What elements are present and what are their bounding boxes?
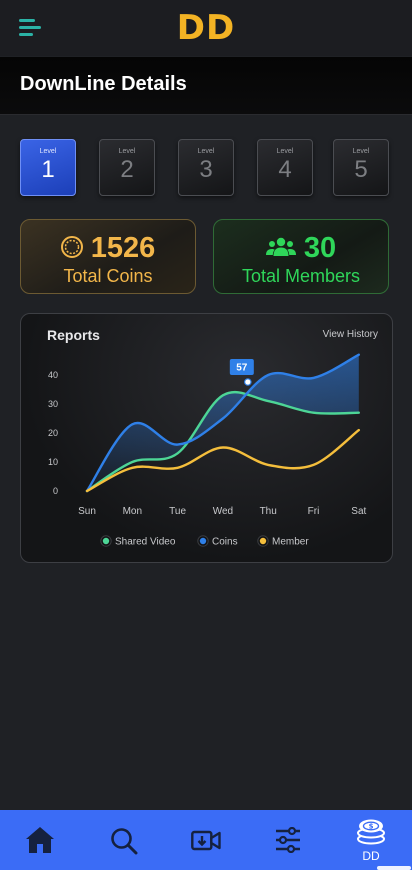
home-icon bbox=[26, 827, 54, 853]
level-label: Level bbox=[39, 148, 57, 155]
level-label: Level bbox=[197, 148, 215, 155]
level-number: 3 bbox=[199, 156, 213, 183]
y-tick-label: 30 bbox=[48, 399, 58, 409]
y-tick-label: 0 bbox=[53, 486, 58, 496]
level-selector: Level 1 Level 2 Level 3 Level 4 Level 5 bbox=[20, 139, 392, 196]
search-icon bbox=[111, 828, 138, 855]
coin-icon bbox=[60, 235, 83, 258]
level-label: Level bbox=[276, 148, 294, 155]
page-header: DownLine Details bbox=[0, 57, 412, 115]
app-screen: DD DownLine Details Level 1 Level 2 Leve… bbox=[0, 0, 412, 870]
top-bar: DD bbox=[0, 0, 412, 56]
y-tick-label: 40 bbox=[48, 370, 58, 380]
legend-marker bbox=[259, 537, 267, 545]
brand-logo: DD bbox=[176, 8, 236, 48]
x-tick-label: Sun bbox=[78, 506, 96, 517]
level-tab-3[interactable]: Level 3 bbox=[178, 139, 234, 196]
svg-text:$: $ bbox=[369, 823, 374, 831]
level-tab-4[interactable]: Level 4 bbox=[257, 139, 313, 196]
page-title: DownLine Details bbox=[20, 73, 187, 95]
reports-card: 0 10 20 30 40 Sun Mon Tue Wed Thu Fri Sat 57 Shared V… bbox=[20, 313, 393, 563]
level-label: Level bbox=[352, 148, 370, 155]
legend-label: Coins bbox=[212, 537, 238, 548]
level-label: Level bbox=[118, 148, 136, 155]
reports-chart: 0 10 20 30 40 Sun Mon Tue Wed Thu Fri Sat 57 Shared V… bbox=[48, 353, 367, 548]
series-line-coins bbox=[85, 353, 360, 493]
total-members-label: Total Members bbox=[241, 266, 361, 286]
level-number: 2 bbox=[120, 156, 134, 183]
level-number: 4 bbox=[278, 156, 292, 183]
legend-marker bbox=[102, 537, 110, 545]
nav-dd[interactable]: $ DD bbox=[341, 810, 401, 870]
x-tick-label: Sat bbox=[351, 506, 366, 517]
y-tick-label: 10 bbox=[48, 457, 58, 467]
bottom-nav: $ DD bbox=[0, 810, 412, 870]
x-tick-label: Thu bbox=[260, 506, 277, 517]
coins-area bbox=[87, 354, 359, 491]
total-coins-card[interactable]: 1526 Total Coins bbox=[20, 219, 196, 294]
level-tab-2[interactable]: Level 2 bbox=[99, 139, 155, 196]
x-tick-label: Fri bbox=[308, 506, 320, 517]
level-number: 1 bbox=[41, 156, 55, 183]
nav-settings[interactable] bbox=[258, 810, 318, 870]
tooltip-value: 57 bbox=[236, 363, 248, 374]
sliders-icon bbox=[276, 827, 300, 853]
coins-stack-icon: $ bbox=[357, 819, 385, 845]
video-download-icon bbox=[191, 830, 221, 851]
nav-dd-label: DD bbox=[362, 849, 380, 863]
total-members-value-row: 30 bbox=[214, 232, 388, 264]
x-tick-label: Tue bbox=[169, 506, 186, 517]
legend-label: Shared Video bbox=[115, 537, 176, 548]
level-tab-1[interactable]: Level 1 bbox=[20, 139, 76, 196]
legend-marker bbox=[199, 537, 207, 545]
reports-title: Reports bbox=[47, 327, 100, 343]
users-icon bbox=[265, 237, 296, 256]
nav-video-download[interactable] bbox=[176, 810, 236, 870]
nav-home[interactable] bbox=[9, 810, 69, 870]
nav-search[interactable] bbox=[93, 810, 153, 870]
level-tab-5[interactable]: Level 5 bbox=[333, 139, 389, 196]
x-tick-label: Wed bbox=[213, 506, 233, 517]
highlight-point bbox=[244, 378, 252, 386]
total-coins-label: Total Coins bbox=[63, 266, 153, 286]
total-coins-value: 1526 bbox=[90, 232, 156, 264]
x-tick-label: Mon bbox=[123, 506, 142, 517]
total-coins-value-row: 1526 bbox=[21, 232, 195, 264]
view-history-link[interactable]: View History bbox=[323, 329, 378, 340]
total-members-value: 30 bbox=[303, 232, 337, 264]
total-members-card[interactable]: 30 Total Members bbox=[213, 219, 389, 294]
legend-label: Member bbox=[272, 537, 309, 548]
level-number: 5 bbox=[354, 156, 368, 183]
y-tick-label: 20 bbox=[48, 428, 58, 438]
home-indicator bbox=[377, 866, 411, 870]
